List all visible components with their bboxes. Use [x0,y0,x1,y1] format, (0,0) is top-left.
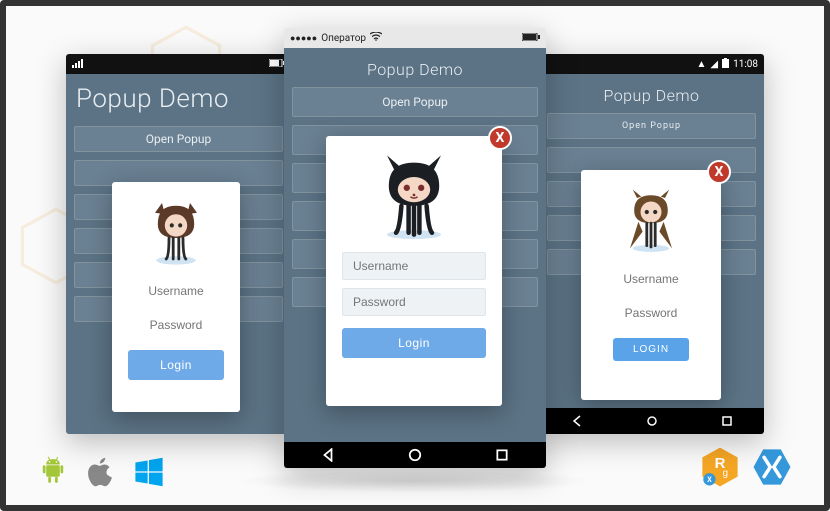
wifi-icon: ▲ [696,59,706,70]
svg-text:X: X [707,475,712,484]
close-button[interactable]: X [707,160,731,184]
rg-hex-icon: RgX [698,445,742,489]
login-button[interactable]: Login [342,328,486,358]
status-bar [66,54,291,74]
wifi-icon [370,32,382,44]
octocat-icon [369,150,459,240]
username-input[interactable] [342,252,486,280]
password-input[interactable] [342,288,486,316]
username-input[interactable] [597,266,705,292]
phone-mockup-center: ●●●●● Оператор Popup Demo Open Popup X [284,28,546,468]
phone-mockup-right: ▲ ◢ 11:08 Popup Demo Open Popup X [539,54,764,434]
phone-mockup-left: Popup Demo Open Popup [66,54,291,434]
login-popup: X Login [326,136,502,406]
signal-icon: ◢ [710,59,718,70]
app-title: Popup Demo [74,80,283,122]
xamarin-icon [750,445,794,489]
android-nav-bar [284,442,546,468]
svg-text:g: g [723,468,728,479]
login-popup: X LOGIN [581,170,721,400]
vendor-icons-row: RgX [698,445,794,489]
octocat-girl-icon [141,196,211,266]
recents-icon[interactable] [495,448,509,462]
apple-icon [84,455,118,489]
close-button[interactable]: X [488,126,512,150]
battery-icon [269,59,285,70]
open-popup-button[interactable]: Open Popup [74,126,283,152]
recents-icon[interactable] [720,414,734,428]
app-title: Popup Demo [292,54,538,83]
login-button[interactable]: Login [128,350,224,380]
battery-icon [722,58,729,71]
shadow-decoration [235,469,595,493]
username-input[interactable] [128,278,224,304]
clock-text: 11:08 [733,59,758,70]
android-nav-bar [539,408,764,434]
carrier-text: Оператор [321,33,366,44]
password-input[interactable] [128,312,224,338]
login-popup: Login [112,182,240,412]
home-icon[interactable] [408,448,422,462]
status-bar: ▲ ◢ 11:08 [539,54,764,74]
battery-icon [522,33,540,44]
back-icon[interactable] [321,448,335,462]
octocat-jedi-icon [616,184,686,254]
windows-icon [132,455,166,489]
back-icon[interactable] [570,414,584,428]
android-icon [36,455,70,489]
app-title: Popup Demo [547,80,756,109]
home-icon[interactable] [645,414,659,428]
status-bar: ●●●●● Оператор [284,28,546,48]
platform-icons-row [36,455,166,489]
password-input[interactable] [597,300,705,326]
open-popup-button[interactable]: Open Popup [547,113,756,139]
open-popup-button[interactable]: Open Popup [292,87,538,117]
signal-icon [72,58,86,71]
login-button[interactable]: LOGIN [613,338,689,361]
